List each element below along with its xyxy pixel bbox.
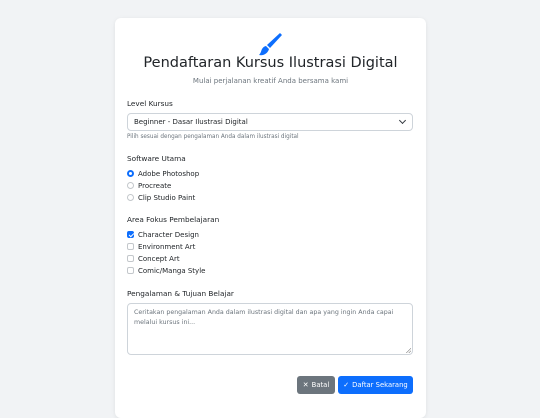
checkbox[interactable] <box>127 231 134 238</box>
experience-placeholder: Ceritakan pengalaman Anda dalam ilustras… <box>134 309 394 326</box>
checkbox[interactable] <box>127 255 134 262</box>
checkbox[interactable] <box>127 243 134 250</box>
level-select-value: Beginner - Dasar Ilustrasi Digital <box>134 118 248 126</box>
focus-option-environment-art[interactable]: Environment Art <box>127 242 195 251</box>
software-label: Software Utama <box>127 154 186 163</box>
focus-option-concept-art[interactable]: Concept Art <box>127 254 180 263</box>
page-title: Pendaftaran Kursus Ilustrasi Digital <box>143 55 398 71</box>
registration-card: Pendaftaran Kursus Ilustrasi Digital Mul… <box>115 18 426 418</box>
resize-handle-icon[interactable] <box>406 348 411 353</box>
radio-button[interactable] <box>127 194 134 201</box>
cancel-button[interactable]: ✕ Batal <box>297 376 335 394</box>
check-icon: ✓ <box>343 381 350 389</box>
level-help-text: Pilih sesuai dengan pengalaman Anda dala… <box>127 134 299 140</box>
chevron-down-icon <box>398 116 407 125</box>
software-option-clip-studio[interactable]: Clip Studio Paint <box>127 193 195 202</box>
level-label: Level Kursus <box>127 99 173 108</box>
focus-option-comic-manga[interactable]: Comic/Manga Style <box>127 266 205 275</box>
radio-button[interactable] <box>127 170 134 177</box>
x-icon: ✕ <box>302 381 309 389</box>
paintbrush-icon <box>259 33 282 56</box>
page-subtitle: Mulai perjalanan kreatif Anda bersama ka… <box>192 77 349 85</box>
submit-button[interactable]: ✓ Daftar Sekarang <box>338 376 413 394</box>
experience-label: Pengalaman & Tujuan Belajar <box>127 289 234 298</box>
level-select[interactable]: Beginner - Dasar Ilustrasi Digital <box>127 113 413 131</box>
experience-textarea[interactable]: Ceritakan pengalaman Anda dalam ilustras… <box>127 303 413 355</box>
software-option-photoshop[interactable]: Adobe Photoshop <box>127 169 199 178</box>
checkbox[interactable] <box>127 267 134 274</box>
focus-label: Area Fokus Pembelajaran <box>127 215 220 224</box>
software-option-procreate[interactable]: Procreate <box>127 181 171 190</box>
focus-option-character-design[interactable]: Character Design <box>127 230 199 239</box>
radio-button[interactable] <box>127 182 134 189</box>
